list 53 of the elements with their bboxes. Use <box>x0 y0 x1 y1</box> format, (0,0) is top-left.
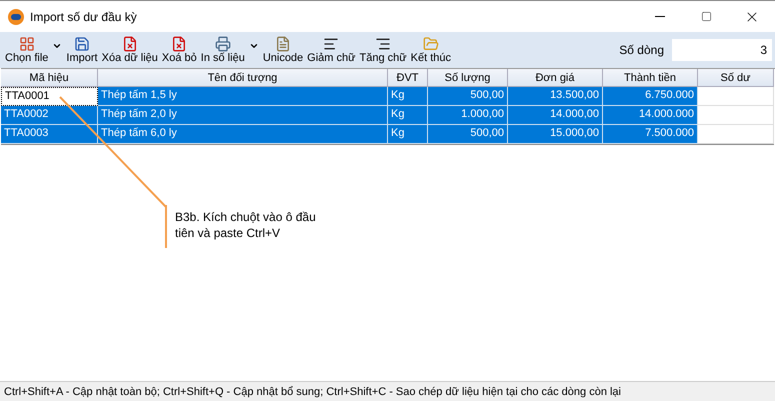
table-cell: Kg <box>388 106 428 125</box>
annotation-text: B3b. Kích chuột vào ô đầu tiên và paste Ctrl+V <box>175 209 317 241</box>
table-cell: Thép tấm 6,0 ly <box>98 125 388 144</box>
toolbar-button[interactable]: Tăng chữ <box>358 36 409 64</box>
caret-icon[interactable] <box>52 41 62 51</box>
decrease-indent-icon <box>323 36 340 52</box>
table-cell: TTA0002 <box>1 106 98 125</box>
maximize-icon <box>700 11 712 22</box>
table-cell: TTA0001 <box>1 87 98 106</box>
column-header[interactable]: Tên đối tượng <box>98 69 388 87</box>
table-cell: Kg <box>388 87 428 106</box>
toolbar-button[interactable]: Xóa dữ liệu <box>100 36 160 64</box>
minimize-icon <box>655 16 665 17</box>
column-header[interactable]: Số dư <box>698 69 774 87</box>
table-cell: Thép tấm 2,0 ly <box>98 106 388 125</box>
app-logo-icon <box>8 8 24 24</box>
document-delete-icon <box>171 36 188 52</box>
table-cell: 7.500.000 <box>603 125 698 144</box>
table-cell: 6.750.000 <box>603 87 698 106</box>
column-header[interactable]: ĐVT <box>388 69 428 87</box>
toolbar-button[interactable]: Xoá bỏ <box>160 36 199 64</box>
caret-icon[interactable] <box>248 41 259 51</box>
table-cell: Thép tấm 1,5 ly <box>98 87 388 106</box>
column-header[interactable]: Số lượng <box>428 69 508 87</box>
toolbar-button[interactable]: Import <box>64 36 100 64</box>
row-count-label: Số dòng <box>619 42 664 59</box>
toolbar-button[interactable]: Kết thúc <box>408 36 453 64</box>
printer-icon <box>214 36 231 52</box>
table-cell: 13.500,00 <box>508 87 603 106</box>
table-cell: 500,00 <box>428 87 508 106</box>
table-cell: 14.000,00 <box>508 106 603 125</box>
save-icon <box>74 36 90 52</box>
table-cell: 14.000.000 <box>603 106 698 125</box>
column-header[interactable]: Mã hiệu <box>1 69 98 87</box>
grid-icon <box>18 36 35 52</box>
document-delete-icon <box>122 36 138 52</box>
table-cell: Kg <box>388 125 428 144</box>
toolbar-button[interactable]: In số liệu <box>198 36 247 64</box>
column-header[interactable]: Đơn giá <box>508 69 603 87</box>
table-cell: 1.000,00 <box>428 106 508 125</box>
folder-icon <box>422 36 439 52</box>
row-count-field[interactable]: 3 <box>672 39 772 61</box>
document-icon <box>274 36 291 52</box>
table-cell: 500,00 <box>428 125 508 144</box>
toolbar-button[interactable]: Giảm chữ <box>305 36 358 64</box>
table-cell: TTA0003 <box>1 125 98 144</box>
increase-indent-icon <box>375 36 392 52</box>
toolbar-button[interactable]: Chọn file <box>3 36 50 64</box>
status-bar: Ctrl+Shift+A - Cập nhật toàn bộ; Ctrl+Shift+Q - Cập nhật bổ sung; Ctrl+Shift+C - Sao chép dữ liệu hiện tại cho các dòng còn lại <box>0 381 775 401</box>
table-cell: 15.000,00 <box>508 125 603 144</box>
toolbar-button[interactable]: Unicode <box>260 36 306 64</box>
column-header[interactable]: Thành tiền <box>603 69 698 87</box>
window-title: Import số dư đầu kỳ <box>30 8 137 26</box>
